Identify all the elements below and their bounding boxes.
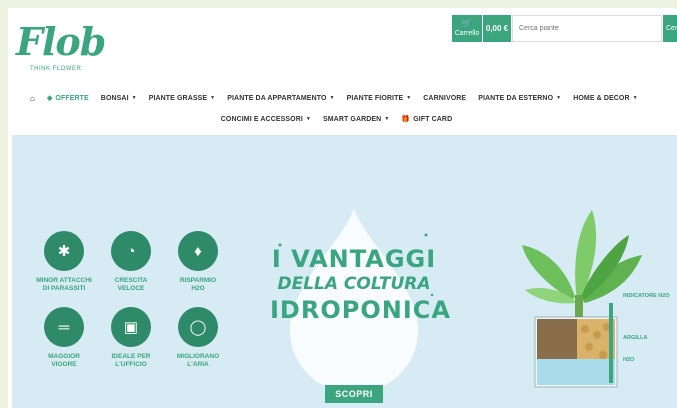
caret-down-icon: ▼ (406, 95, 412, 101)
benefit-item: ✱ MINOR ATTACCHI DI PARASSITI (34, 231, 94, 293)
speedometer-icon: ◔ (111, 231, 151, 271)
nav-home[interactable]: ⌂ (30, 94, 35, 103)
nav-label: GIFT CARD (413, 115, 453, 123)
nav-item-carnivore[interactable]: CARNIVORE (423, 95, 466, 102)
nav-label: PIANTE DA APPARTAMENTO (227, 94, 327, 102)
gift-icon: 🎁 (401, 116, 411, 123)
diagram-label-water: H2O (623, 357, 635, 363)
nav-item-concimi[interactable]: CONCIMI E ACCESSORI ▼ (221, 116, 311, 123)
benefit-label: IDEALE PER L'UFFICIO (111, 353, 151, 368)
caret-down-icon: ▼ (384, 116, 390, 122)
nav-label: PIANTE DA ESTERNO (478, 94, 554, 102)
benefit-label: CRESCITA VELOCE (114, 277, 148, 292)
headline-line-2: DELLA COLTURA (277, 274, 431, 294)
benefit-item: ▣ IDEALE PER L'UFFICIO (101, 307, 161, 369)
nav-label: PIANTE GRASSE (148, 94, 208, 102)
benefit-item: ═ MAGGIOR VIGORE (34, 307, 94, 369)
monitor-icon: ▣ (111, 307, 151, 347)
nav-item-piante-esterno[interactable]: PIANTE DA ESTERNO ▼ (478, 95, 561, 102)
search-button[interactable]: Cerca (663, 15, 677, 42)
caret-down-icon: ▼ (556, 95, 562, 101)
nav-item-home-decor[interactable]: HOME & DECOR ▼ (573, 95, 638, 102)
water-drop-icon: ♦ (178, 231, 218, 271)
caret-down-icon: ▼ (210, 95, 216, 101)
cart-total[interactable]: 0,00 € (483, 15, 511, 42)
bug-icon: ✱ (44, 231, 84, 271)
diagram-label-clay: ARGILLA (623, 335, 648, 341)
nav-label: SMART GARDEN (322, 115, 382, 123)
discover-button[interactable]: SCOPRI (325, 385, 383, 403)
nav-item-piante-appartamento[interactable]: PIANTE DA APPARTAMENTO ▼ (227, 95, 334, 102)
nav-item-piante-grasse[interactable]: PIANTE GRASSE ▼ (149, 95, 216, 102)
benefit-item: ◯ MIGLIORANO L'ARIA (168, 307, 228, 369)
nav-item-offerte[interactable]: ◆ OFFERTE (46, 94, 89, 103)
benefit-label: RISPARMIO H2O (179, 277, 217, 292)
diagram-label-indicator: INDICATORE H2O (623, 293, 670, 299)
nav-item-bonsai[interactable]: BONSAI ▼ (101, 95, 137, 102)
hero-headline: I VANTAGGI DELLA COLTURA IDROPONICA (270, 245, 451, 325)
benefit-label: MIGLIORANO L'ARIA (176, 353, 220, 368)
hydroponic-plant-illustration (522, 210, 642, 388)
headline-line-3: IDROPONICA (270, 296, 451, 324)
caret-down-icon: ▼ (305, 116, 311, 122)
site-logo[interactable]: Flob THINK FLOWER (16, 16, 106, 82)
caret-down-icon: ▼ (131, 95, 137, 101)
benefit-label: MAGGIOR VIGORE (48, 353, 80, 368)
search-input[interactable] (512, 15, 662, 42)
nav-label: PIANTE FIORITE (346, 94, 404, 102)
secondary-nav: CONCIMI E ACCESSORI ▼ SMART GARDEN ▼ 🎁 GIFT… (8, 111, 677, 127)
nav-label: HOME & DECOR (573, 94, 630, 102)
caret-down-icon: ▼ (632, 95, 638, 101)
logo-tagline: THINK FLOWER (30, 66, 82, 72)
dumbbell-icon: ═ (44, 307, 84, 347)
headline-line-1: I VANTAGGI (271, 245, 437, 273)
co2-icon: ◯ (178, 307, 218, 347)
nav-item-smart-garden[interactable]: SMART GARDEN ▼ (323, 116, 389, 123)
home-icon: ⌂ (30, 93, 35, 103)
nav-label: CONCIMI E ACCESSORI (220, 115, 303, 123)
nav-item-gift-card[interactable]: 🎁 GIFT CARD (401, 115, 453, 124)
hero-banner[interactable]: ✱ MINOR ATTACCHI DI PARASSITI ◔ CRESCITA V… (12, 135, 677, 408)
benefit-item: ♦ RISPARMIO H2O (168, 231, 228, 293)
page: Flob THINK FLOWER 🛒 Carrello 0,00 € Cerc… (8, 8, 677, 408)
nav-label: CARNIVORE (423, 94, 467, 102)
nav-item-piante-fiorite[interactable]: PIANTE FIORITE ▼ (347, 95, 412, 102)
basket-icon: 🛒 (461, 18, 473, 28)
benefit-item: ◔ CRESCITA VELOCE (101, 231, 161, 293)
tag-icon: ◆ (46, 95, 53, 102)
cart-button[interactable]: 🛒 Carrello (452, 15, 482, 42)
nav-label: OFFERTE (55, 94, 89, 102)
cart-label: Carrello (454, 30, 480, 37)
logo-wordmark: Flob (16, 19, 106, 64)
caret-down-icon: ▼ (329, 95, 335, 101)
benefit-label: MINOR ATTACCHI DI PARASSITI (36, 277, 92, 292)
main-nav: ⌂ ◆ OFFERTE BONSAI ▼ PIANTE GRASSE ▼ PIANTE… (8, 90, 677, 106)
nav-label: BONSAI (100, 94, 129, 102)
